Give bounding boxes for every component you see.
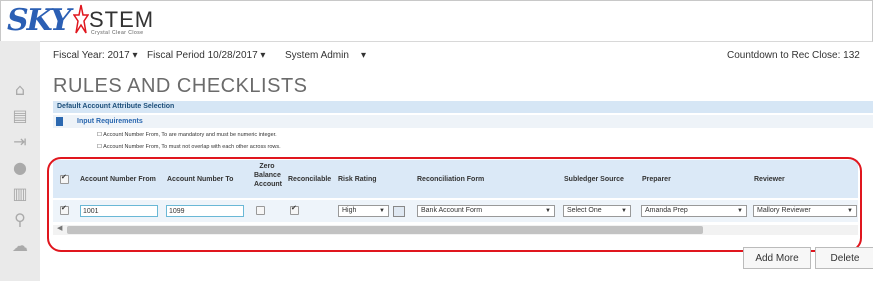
add-more-button[interactable]: Add More	[743, 247, 811, 269]
countdown-label: Countdown to Rec Close: 132	[727, 50, 860, 61]
document-icon	[56, 117, 63, 126]
logo-star-icon	[73, 4, 89, 34]
user-icon[interactable]: ●	[10, 159, 30, 177]
page-title: RULES AND CHECKLISTS	[53, 75, 308, 97]
fiscal-period-selector[interactable]: Fiscal Period 10/28/2017 ▾	[147, 50, 265, 61]
search-icon[interactable]: ⚲	[10, 211, 30, 229]
section-header: Default Account Attribute Selection	[53, 101, 873, 113]
input-requirements-label: Input Requirements	[77, 118, 143, 125]
library-icon[interactable]: ▥	[10, 185, 30, 203]
delete-button[interactable]: Delete	[815, 247, 873, 269]
fiscal-year-selector[interactable]: Fiscal Year: 2017 ▾	[53, 50, 138, 61]
support-icon[interactable]: ☁	[10, 237, 30, 255]
logo-brand-a: SKY	[7, 3, 71, 38]
dashboard-icon[interactable]: ▤	[10, 107, 30, 125]
user-menu-chevron-icon[interactable]: ▾	[361, 50, 366, 61]
top-bar: Fiscal Year: 2017 ▾ Fiscal Period 10/28/…	[40, 50, 873, 70]
home-icon[interactable]: ⌂	[10, 81, 30, 99]
app-header: SKY STEM Crystal Clear Close	[0, 0, 873, 42]
highlight-outline	[47, 157, 862, 252]
requirement-item: ☐ Account Number From, To must not overl…	[97, 144, 281, 150]
logo-tagline: Crystal Clear Close	[91, 30, 144, 36]
input-requirements-panel[interactable]: Input Requirements	[53, 115, 873, 128]
import-icon[interactable]: ⇥	[10, 133, 30, 151]
section-title: Default Account Attribute Selection	[57, 103, 175, 110]
requirement-item: ☐ Account Number From, To are mandatory …	[97, 132, 277, 138]
user-menu[interactable]: System Admin	[285, 50, 349, 61]
sidebar: ⌂ ▤ ⇥ ● ▥ ⚲ ☁	[0, 41, 40, 281]
